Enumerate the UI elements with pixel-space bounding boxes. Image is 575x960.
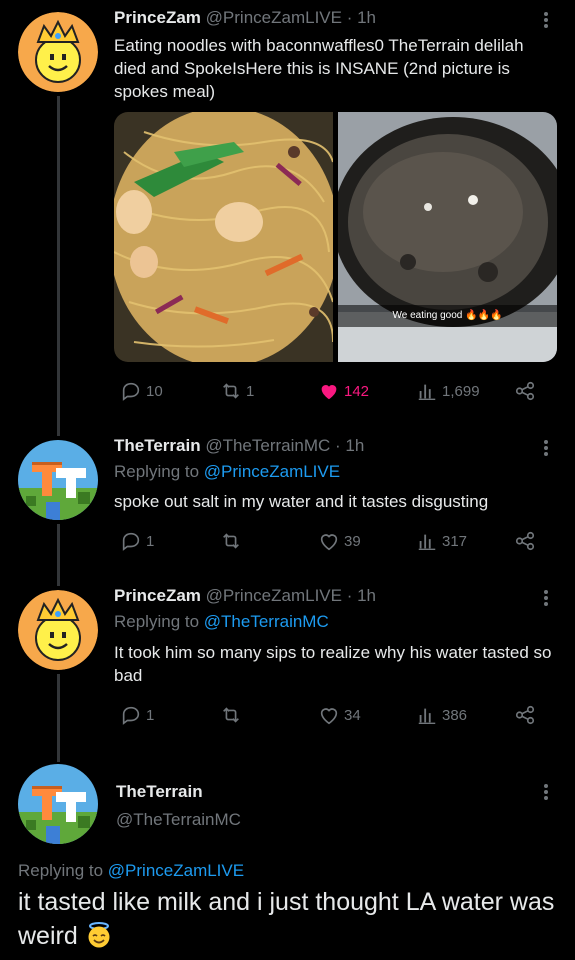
display-name[interactable]: TheTerrain — [116, 782, 203, 802]
tweet-header: TheTerrain @TheTerrainMC · 1h — [114, 436, 364, 456]
reply-button[interactable]: 10 — [120, 380, 163, 402]
views-icon — [418, 708, 436, 724]
reply-count: 1 — [146, 706, 155, 724]
reply-icon — [122, 706, 140, 725]
like-button[interactable]: 142 — [318, 380, 369, 402]
more-icon[interactable] — [543, 10, 549, 30]
reply-icon — [122, 532, 140, 551]
tweet-text: Eating noodles with baconnwaffles0 TheTe… — [114, 36, 524, 101]
retweet-count: 1 — [246, 382, 255, 400]
retweet-icon — [223, 533, 239, 549]
like-icon — [320, 534, 338, 551]
like-button[interactable]: 34 — [318, 704, 361, 726]
action-bar: 1 34 386 — [114, 704, 544, 728]
retweet-icon — [223, 707, 239, 723]
avatar[interactable] — [18, 440, 98, 520]
replying-to-link[interactable]: @PrinceZamLIVE — [204, 462, 340, 481]
timestamp[interactable]: · 1h — [335, 436, 364, 455]
more-icon[interactable] — [543, 782, 549, 802]
views-button[interactable]: 1,699 — [416, 380, 480, 402]
timestamp[interactable]: · 1h — [347, 8, 376, 27]
like-count: 39 — [344, 532, 361, 550]
share-icon — [515, 381, 535, 401]
replying-to: Replying to @TheTerrainMC — [114, 612, 329, 632]
action-bar: 1 39 317 — [114, 530, 544, 554]
user-handle[interactable]: @TheTerrainMC — [205, 436, 330, 455]
like-button[interactable]: 39 — [318, 530, 361, 552]
views-button[interactable]: 386 — [416, 704, 467, 726]
thread-line — [57, 674, 60, 762]
view-count: 317 — [442, 532, 468, 550]
reply-button[interactable]: 1 — [120, 704, 154, 726]
retweet-icon — [223, 383, 239, 399]
reply-count: 10 — [146, 382, 163, 400]
like-icon — [320, 708, 338, 725]
avatar[interactable] — [18, 12, 98, 92]
reply-icon — [122, 382, 140, 401]
retweet-button[interactable] — [220, 704, 246, 726]
more-icon[interactable] — [543, 438, 549, 458]
display-name[interactable]: TheTerrain — [114, 436, 201, 455]
crown-smiley-avatar — [18, 590, 98, 670]
like-count: 142 — [344, 382, 370, 400]
share-button[interactable] — [514, 530, 540, 552]
user-handle[interactable]: @PrinceZamLIVE — [206, 586, 342, 605]
more-icon[interactable] — [543, 588, 549, 608]
tweet-text: spoke out salt in my water and it tastes… — [114, 492, 489, 511]
avatar[interactable] — [18, 764, 98, 844]
terrain-logo-avatar — [18, 764, 98, 844]
views-icon — [418, 534, 436, 550]
share-icon — [515, 531, 535, 551]
views-button[interactable]: 317 — [416, 530, 467, 552]
replying-to-link[interactable]: @TheTerrainMC — [204, 612, 329, 631]
share-button[interactable] — [514, 380, 540, 402]
like-icon — [321, 385, 337, 400]
avatar[interactable] — [18, 590, 98, 670]
tweet-header: PrinceZam @PrinceZamLIVE · 1h — [114, 8, 376, 28]
tweet-text: It took him so many sips to realize why … — [114, 643, 552, 685]
display-name[interactable]: PrinceZam — [114, 8, 201, 27]
replying-to: Replying to @PrinceZamLIVE — [114, 462, 340, 482]
timestamp[interactable]: · 1h — [347, 586, 376, 605]
view-count: 1,699 — [442, 382, 480, 400]
view-count: 386 — [442, 706, 468, 724]
tweet-media[interactable]: We eating good 🔥🔥🔥 — [114, 112, 557, 362]
tweet-text: it tasted like milk and i just thought L… — [18, 885, 563, 953]
user-handle[interactable]: @PrinceZamLIVE — [206, 8, 342, 27]
share-button[interactable] — [514, 704, 540, 726]
views-icon — [418, 384, 436, 400]
like-count: 34 — [344, 706, 361, 724]
replying-to-link[interactable]: @PrinceZamLIVE — [108, 861, 244, 880]
thread-line — [57, 96, 60, 436]
user-handle[interactable]: @TheTerrainMC — [116, 810, 241, 830]
replying-to-label: Replying to — [114, 612, 204, 631]
tweet-header: PrinceZam @PrinceZamLIVE · 1h — [114, 586, 376, 606]
smiling-face-with-halo-icon — [88, 922, 110, 948]
thread-line — [57, 524, 60, 586]
reply-button[interactable]: 1 — [120, 530, 154, 552]
replying-to-label: Replying to — [18, 861, 108, 880]
replying-to: Replying to @PrinceZamLIVE — [18, 861, 244, 881]
action-bar: 10 1 142 1,699 — [114, 380, 544, 404]
reply-count: 1 — [146, 532, 155, 550]
noodles-photo[interactable] — [114, 112, 333, 362]
empty-pan-photo[interactable]: We eating good 🔥🔥🔥 — [338, 112, 557, 362]
retweet-button[interactable]: 1 — [220, 380, 254, 402]
terrain-logo-avatar — [18, 440, 98, 520]
retweet-button[interactable] — [220, 530, 246, 552]
replying-to-label: Replying to — [114, 462, 204, 481]
crown-smiley-avatar — [18, 12, 98, 92]
display-name[interactable]: PrinceZam — [114, 586, 201, 605]
share-icon — [515, 705, 535, 725]
image-caption: We eating good 🔥🔥🔥 — [338, 305, 557, 327]
